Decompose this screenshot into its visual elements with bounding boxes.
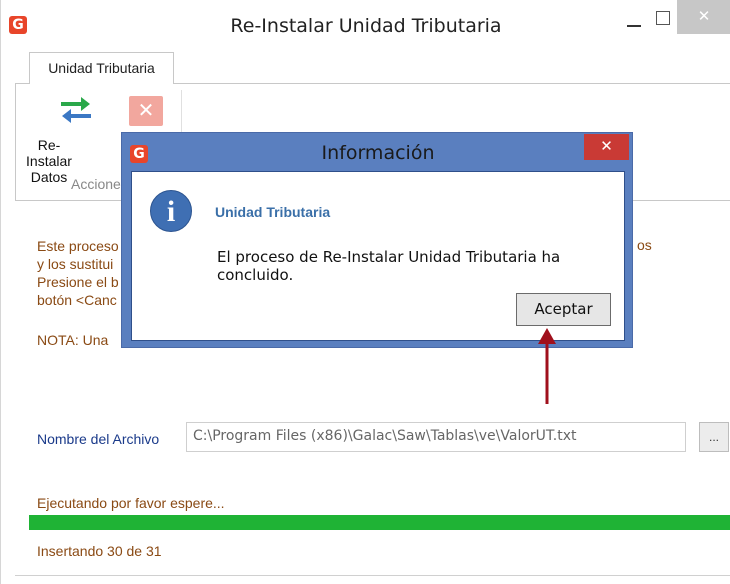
title-bar: G Re-Instalar Unidad Tributaria ✕ xyxy=(1,0,730,48)
progress-fill xyxy=(29,515,730,530)
reinstall-label-line2: Datos xyxy=(30,169,68,185)
progress-bar xyxy=(29,515,730,530)
close-button[interactable]: ✕ xyxy=(677,0,730,34)
dialog-message: El proceso de Re-Instalar Unidad Tributa… xyxy=(217,248,561,284)
reinstall-label-line1: Re-Instalar xyxy=(26,137,72,169)
cancel-x-icon[interactable]: ✕ xyxy=(129,96,163,126)
file-name-label: Nombre del Archivo xyxy=(37,431,160,447)
dialog-body: i Unidad Tributaria El proceso de Re-Ins… xyxy=(131,171,625,341)
info-dialog: G Información ✕ i Unidad Tributaria El p… xyxy=(121,132,633,348)
dialog-title: Información xyxy=(321,142,435,164)
reinstall-data-button[interactable]: Re-Instalar Datos xyxy=(19,88,99,185)
info-icon: i xyxy=(150,190,192,232)
status-text: Ejecutando por favor espere... xyxy=(37,495,225,511)
browse-button[interactable]: ... xyxy=(699,422,729,452)
annotation-arrow-icon xyxy=(538,328,556,404)
dialog-close-button[interactable]: ✕ xyxy=(584,134,629,160)
note-text: NOTA: Una xyxy=(37,332,109,348)
progress-text: Insertando 30 de 31 xyxy=(37,543,162,559)
reinstall-label: Re-Instalar Datos xyxy=(19,137,79,185)
accept-button[interactable]: Aceptar xyxy=(516,293,611,326)
maximize-button[interactable] xyxy=(653,8,673,28)
tab-unidad-tributaria[interactable]: Unidad Tributaria xyxy=(29,52,174,84)
file-path-input[interactable]: C:\Program Files (x86)\Galac\Saw\Tablas\… xyxy=(186,422,686,452)
ribbon-group-label: Acciones xyxy=(71,176,128,192)
dialog-heading: Unidad Tributaria xyxy=(215,204,331,220)
window-title: Re-Instalar Unidad Tributaria xyxy=(230,15,502,37)
swap-arrows-icon xyxy=(61,97,91,123)
description-fragment: os xyxy=(637,237,652,253)
minimize-button[interactable] xyxy=(623,8,645,30)
bottom-divider xyxy=(15,575,730,576)
